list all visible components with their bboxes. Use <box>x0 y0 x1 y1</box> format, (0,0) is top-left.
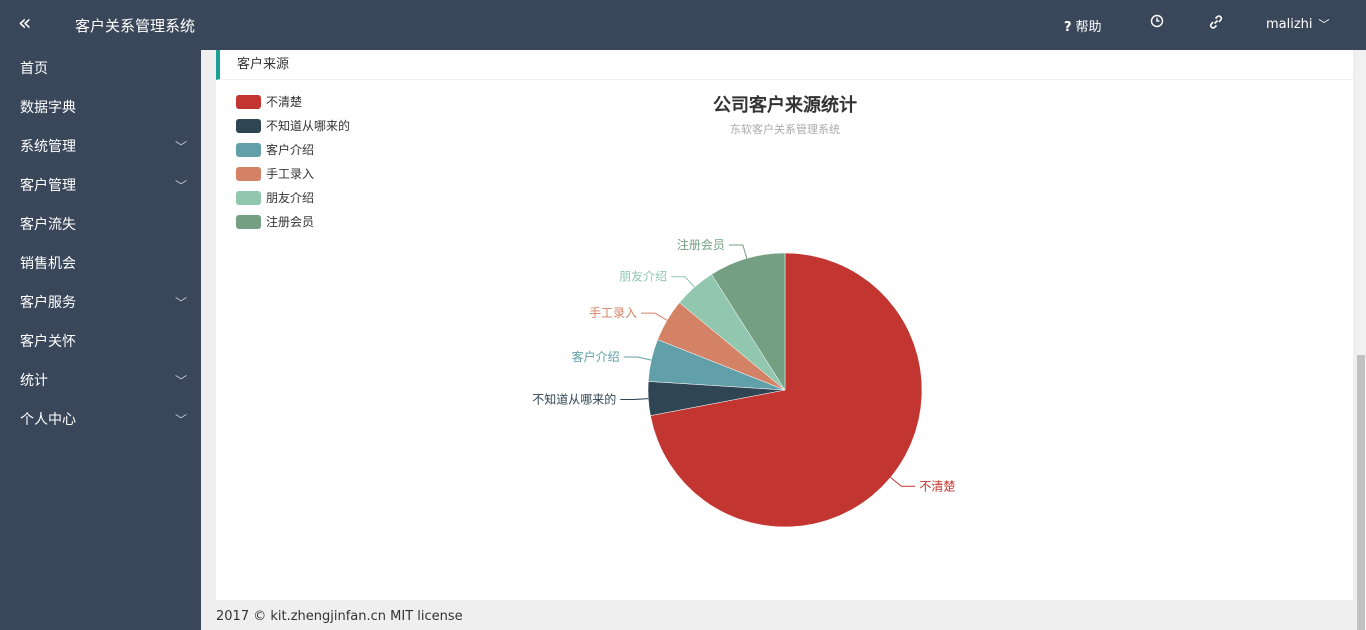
sidebar-item-customer-care[interactable]: 客户关怀 <box>0 323 201 362</box>
sidebar-item-system-management[interactable]: 系统管理 ﹀ <box>0 128 201 167</box>
card-header: 客户来源 <box>216 50 1353 80</box>
help-label: 帮助 <box>1075 20 1102 35</box>
sidebar-item-label: 销售机会 <box>20 256 76 272</box>
legend-swatch-4[interactable] <box>236 167 261 181</box>
chevron-down-icon: ﹀ <box>174 296 187 310</box>
help-icon: ? <box>1064 20 1072 35</box>
clock-icon[interactable] <box>1150 14 1164 32</box>
pie-label-4: 手工录入 <box>589 306 637 320</box>
sidebar-item-label: 客户服务 <box>20 295 76 311</box>
legend-label-6[interactable]: 注册会员 <box>266 214 314 229</box>
sidebar-item-label: 统计 <box>20 373 48 389</box>
pie-label-1: 不清楚 <box>919 479 955 493</box>
label-line-4 <box>641 312 668 321</box>
sidebar-item-statistics[interactable]: 统计 ﹀ <box>0 362 201 401</box>
footer-text: 2017 © kit.zhengjinfan.cn MIT license <box>216 609 463 624</box>
legend-swatch-5[interactable] <box>236 191 261 205</box>
card-title: 客户来源 <box>237 57 290 72</box>
pie-label-2: 不知道从哪来的 <box>532 391 616 406</box>
user-menu[interactable]: malizhi ﹀ <box>1266 16 1330 32</box>
sidebar: 首页 数据字典 系统管理 ﹀ 客户管理 ﹀ 客户流失 销售机会 客户服务 ﹀ 客户关怀… <box>0 50 201 630</box>
sidebar-item-label: 个人中心 <box>20 412 76 428</box>
legend-label-2[interactable]: 不知道从哪来的 <box>266 118 350 133</box>
chevron-down-icon: ﹀ <box>174 374 187 388</box>
label-line-5 <box>671 276 695 288</box>
sidebar-item-label: 客户流失 <box>20 217 76 233</box>
chart-legend: 不清楚不知道从哪来的客户介绍手工录入朋友介绍注册会员 <box>236 95 350 229</box>
legend-swatch-1[interactable] <box>236 95 261 109</box>
chevron-down-icon: ﹀ <box>174 140 187 154</box>
legend-swatch-6[interactable] <box>236 215 261 229</box>
pie-label-3: 客户介绍 <box>572 349 620 364</box>
sidebar-item-data-dictionary[interactable]: 数据字典 <box>0 89 201 128</box>
page-scrollbar[interactable] <box>1356 50 1366 630</box>
chevron-down-icon: ﹀ <box>1318 18 1330 31</box>
double-chevron-left-icon[interactable]: « <box>18 10 31 38</box>
sidebar-item-label: 数据字典 <box>20 100 76 116</box>
help-button[interactable]: ? 帮助 <box>1064 16 1102 35</box>
chevron-down-icon: ﹀ <box>174 413 187 427</box>
label-line-3 <box>623 356 652 361</box>
app-title: 客户关系管理系统 <box>75 17 196 35</box>
chart-title: 公司客户来源统计 <box>713 94 857 116</box>
label-line-6 <box>728 244 748 259</box>
sidebar-item-sales-opportunity[interactable]: 销售机会 <box>0 245 201 284</box>
sidebar-item-label: 客户管理 <box>20 178 76 194</box>
top-navbar: « 客户关系管理系统 ? 帮助 malizhi ﹀ <box>0 0 1366 50</box>
sidebar-item-label: 客户关怀 <box>20 334 76 350</box>
legend-label-3[interactable]: 客户介绍 <box>266 142 314 157</box>
footer: 2017 © kit.zhengjinfan.cn MIT license <box>201 600 1356 630</box>
sidebar-item-customer-churn[interactable]: 客户流失 <box>0 206 201 245</box>
chart-subtitle: 东软客户关系管理系统 <box>730 122 840 136</box>
label-line-2 <box>620 398 649 400</box>
sidebar-item-customer-service[interactable]: 客户服务 ﹀ <box>0 284 201 323</box>
chevron-down-icon: ﹀ <box>174 179 187 193</box>
pie-chart: 公司客户来源统计 东软客户关系管理系统 不清楚不知道从哪来的客户介绍手工录入朋友… <box>236 94 955 528</box>
sidebar-item-customer-management[interactable]: 客户管理 ﹀ <box>0 167 201 206</box>
label-line-1 <box>890 476 916 487</box>
scrollbar-thumb[interactable] <box>1357 355 1365 630</box>
username: malizhi <box>1266 17 1313 32</box>
sidebar-item-label: 系统管理 <box>20 139 76 155</box>
legend-label-1[interactable]: 不清楚 <box>266 95 302 109</box>
pie-label-5: 朋友介绍 <box>619 270 667 284</box>
pie-slices <box>647 252 923 528</box>
pie-label-6: 注册会员 <box>677 237 725 252</box>
link-icon[interactable] <box>1208 14 1224 34</box>
sidebar-item-label: 首页 <box>20 61 48 77</box>
legend-label-5[interactable]: 朋友介绍 <box>266 191 314 205</box>
legend-label-4[interactable]: 手工录入 <box>266 167 314 181</box>
content-card: 客户来源 公司客户来源统计 东软客户关系管理系统 不清楚 不知道从哪来的 客户介绍手… <box>216 50 1353 600</box>
sidebar-item-personal-center[interactable]: 个人中心 ﹀ <box>0 401 201 440</box>
sidebar-item-home[interactable]: 首页 <box>0 50 201 89</box>
legend-swatch-2[interactable] <box>236 119 261 133</box>
legend-swatch-3[interactable] <box>236 143 261 157</box>
